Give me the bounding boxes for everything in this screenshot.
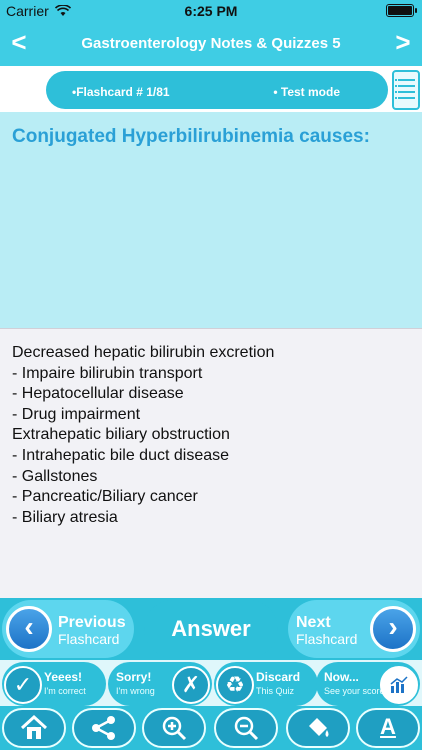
answer-line: - Intrahepatic bile duct disease (12, 446, 230, 464)
sub-header: •Flashcard # 1/81 • Test mode (0, 66, 422, 112)
previous-flashcard-button[interactable]: ‹ Previous Flashcard (2, 600, 134, 658)
discard-subtitle: This Quiz (256, 686, 295, 696)
nav-title: Gastroenterology Notes & Quizzes 5 (81, 35, 341, 52)
forward-button[interactable]: > (388, 27, 418, 58)
share-button[interactable] (72, 708, 136, 748)
answer-line: - Hepatocellular disease (12, 385, 184, 403)
font-button[interactable]: A (356, 708, 420, 748)
bottom-toolbar: A (0, 706, 422, 750)
main-controls: ‹ Previous Flashcard Answer Next Flashca… (0, 598, 422, 660)
share-icon (92, 716, 115, 740)
battery-icon (386, 4, 417, 17)
chevron-left-icon: < (11, 27, 27, 57)
zoom-in-icon (162, 716, 187, 741)
correct-button[interactable]: ✓ Yeees! I'm correct (2, 662, 106, 706)
wrong-title: Sorry! (116, 670, 152, 684)
paint-bucket-icon (309, 718, 329, 737)
zoom-out-button[interactable] (214, 708, 278, 748)
recycle-icon: ♻ (216, 666, 254, 704)
next-flashcard-button[interactable]: Next Flashcard › (288, 600, 420, 658)
next-sublabel: Flashcard (296, 631, 358, 647)
answer-line: - Gallstones (12, 467, 98, 485)
answer-button[interactable]: Answer (144, 600, 278, 658)
score-button[interactable]: Now... See your score (316, 662, 420, 706)
flashcard-info-pill: •Flashcard # 1/81 • Test mode (46, 71, 388, 109)
chevron-right-icon: > (395, 27, 411, 57)
font-icon: A (380, 714, 396, 739)
flashcard-counter: •Flashcard # 1/81 (72, 85, 170, 99)
score-title: Now... (324, 670, 359, 684)
answer-line: - Biliary atresia (12, 508, 118, 526)
question-panel: Conjugated Hyperbilirubinemia causes: (0, 112, 422, 328)
answer-text: Decreased hepatic bilirubin excretion - … (12, 343, 274, 528)
home-icon (20, 714, 48, 739)
back-button[interactable]: < (4, 27, 34, 58)
previous-label: Previous (58, 614, 126, 631)
home-button[interactable] (2, 708, 66, 748)
arrow-left-icon: ‹ (6, 606, 52, 652)
answer-line: - Pancreatic/Biliary cancer (12, 488, 198, 506)
score-subtitle: See your score (324, 686, 385, 696)
quiz-buttons: ✓ Yeees! I'm correct Sorry! I'm wrong ✗ … (0, 660, 422, 706)
zoom-out-icon (234, 716, 259, 741)
check-icon: ✓ (4, 666, 42, 704)
discard-button[interactable]: ♻ Discard This Quiz (214, 662, 318, 706)
mode-label: • Test mode (273, 85, 340, 99)
color-button[interactable] (286, 708, 350, 748)
arrow-right-icon: › (370, 606, 416, 652)
correct-title: Yeees! (44, 670, 83, 684)
discard-title: Discard (256, 670, 301, 684)
answer-line: - Impaire bilirubin transport (12, 364, 203, 382)
answer-line: Decreased hepatic bilirubin excretion (12, 344, 275, 361)
wrong-subtitle: I'm wrong (116, 686, 155, 696)
correct-subtitle: I'm correct (44, 686, 86, 696)
answer-line: Extrahepatic biliary obstruction (12, 426, 230, 444)
answer-panel: Decreased hepatic bilirubin excretion - … (0, 328, 422, 598)
menu-button[interactable] (392, 70, 420, 110)
answer-line: - Drug impairment (12, 405, 141, 423)
nav-bar: < Gastroenterology Notes & Quizzes 5 > (0, 22, 422, 66)
chart-icon (380, 666, 418, 704)
status-bar: Carrier 6:25 PM (0, 0, 422, 22)
wrong-button[interactable]: Sorry! I'm wrong ✗ (108, 662, 212, 706)
question-text: Conjugated Hyperbilirubinemia causes: (12, 126, 370, 147)
next-label: Next (296, 614, 331, 631)
x-icon: ✗ (172, 666, 210, 704)
clock: 6:25 PM (184, 3, 238, 19)
previous-sublabel: Flashcard (58, 631, 120, 647)
zoom-in-button[interactable] (142, 708, 206, 748)
